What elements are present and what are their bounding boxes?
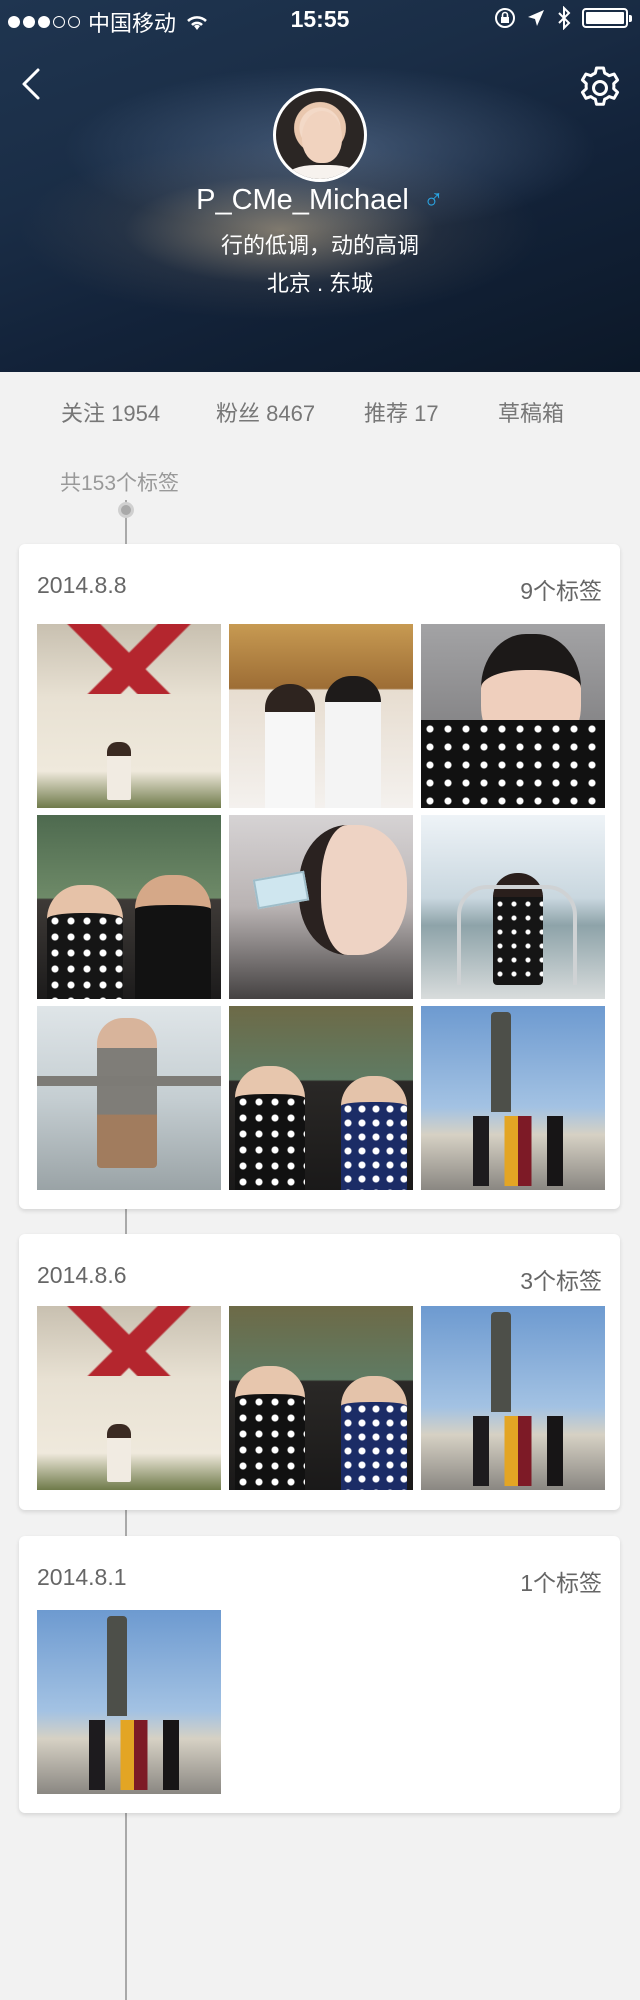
photo-thumbnail[interactable] [229,624,413,808]
male-icon: ♂ [422,184,444,215]
photo-thumbnail[interactable] [421,1006,605,1190]
photo-thumbnail[interactable] [229,1006,413,1190]
rotation-lock-icon [495,8,515,28]
battery-icon [582,8,632,28]
tag-group-card: 2014.8.6 3个标签 [19,1234,620,1510]
drafts-link[interactable]: 草稿箱 [498,396,564,428]
settings-button[interactable] [576,64,624,112]
group-date: 2014.8.8 [37,572,127,598]
photo-thumbnail[interactable] [421,815,605,999]
recommended-count[interactable]: 推荐 17 [364,396,439,428]
following-count[interactable]: 关注 1954 [61,396,160,428]
chevron-left-icon [22,68,40,100]
photo-thumbnail[interactable] [421,1306,605,1490]
followers-count[interactable]: 粉丝 8467 [216,396,315,428]
total-tags-label: 共153个标签 [60,472,180,495]
group-tag-count: 1个标签 [520,1570,602,1596]
timeline-dot [118,502,134,518]
battery-fill [586,12,624,24]
tag-group-card: 2014.8.1 1个标签 [19,1536,620,1813]
status-bar: 中国移动 15:55 [0,0,640,40]
status-right [494,6,632,30]
group-date: 2014.8.6 [37,1262,127,1288]
signature: 行的低调，动的高调 [220,233,419,258]
avatar-shoulders [286,165,360,179]
bluetooth-icon [558,6,571,30]
profile-header: 中国移动 15:55 P_CMe_Michael ♂ 行的低调，动的高调 北京 … [0,0,640,372]
avatar[interactable] [273,88,367,182]
photo-thumbnail[interactable] [37,1306,221,1490]
group-tag-count: 3个标签 [520,1268,602,1294]
location: 北京 . 东城 [266,271,374,296]
photo-thumbnail[interactable] [37,1006,221,1190]
username: P_CMe_Michael [196,184,409,216]
profile-page: 中国移动 15:55 P_CMe_Michael ♂ 行的低调，动的高调 北京 … [0,0,640,2000]
gear-icon [580,66,620,106]
back-button[interactable] [14,60,54,110]
stats-bar: 关注 1954 粉丝 8467 推荐 17 草稿箱 [0,372,640,446]
group-tag-count: 9个标签 [520,578,602,604]
photo-thumbnail[interactable] [229,1306,413,1490]
photo-thumbnail[interactable] [421,624,605,808]
photo-thumbnail[interactable] [229,815,413,999]
photo-thumbnail[interactable] [37,815,221,999]
photo-thumbnail[interactable] [37,624,221,808]
avatar-face [302,111,342,163]
username-row: P_CMe_Michael ♂ [0,184,640,217]
location-arrow-icon [528,10,544,26]
tag-group-card: 2014.8.8 9个标签 [19,544,620,1209]
group-date: 2014.8.1 [37,1564,127,1590]
photo-thumbnail[interactable] [37,1610,221,1794]
